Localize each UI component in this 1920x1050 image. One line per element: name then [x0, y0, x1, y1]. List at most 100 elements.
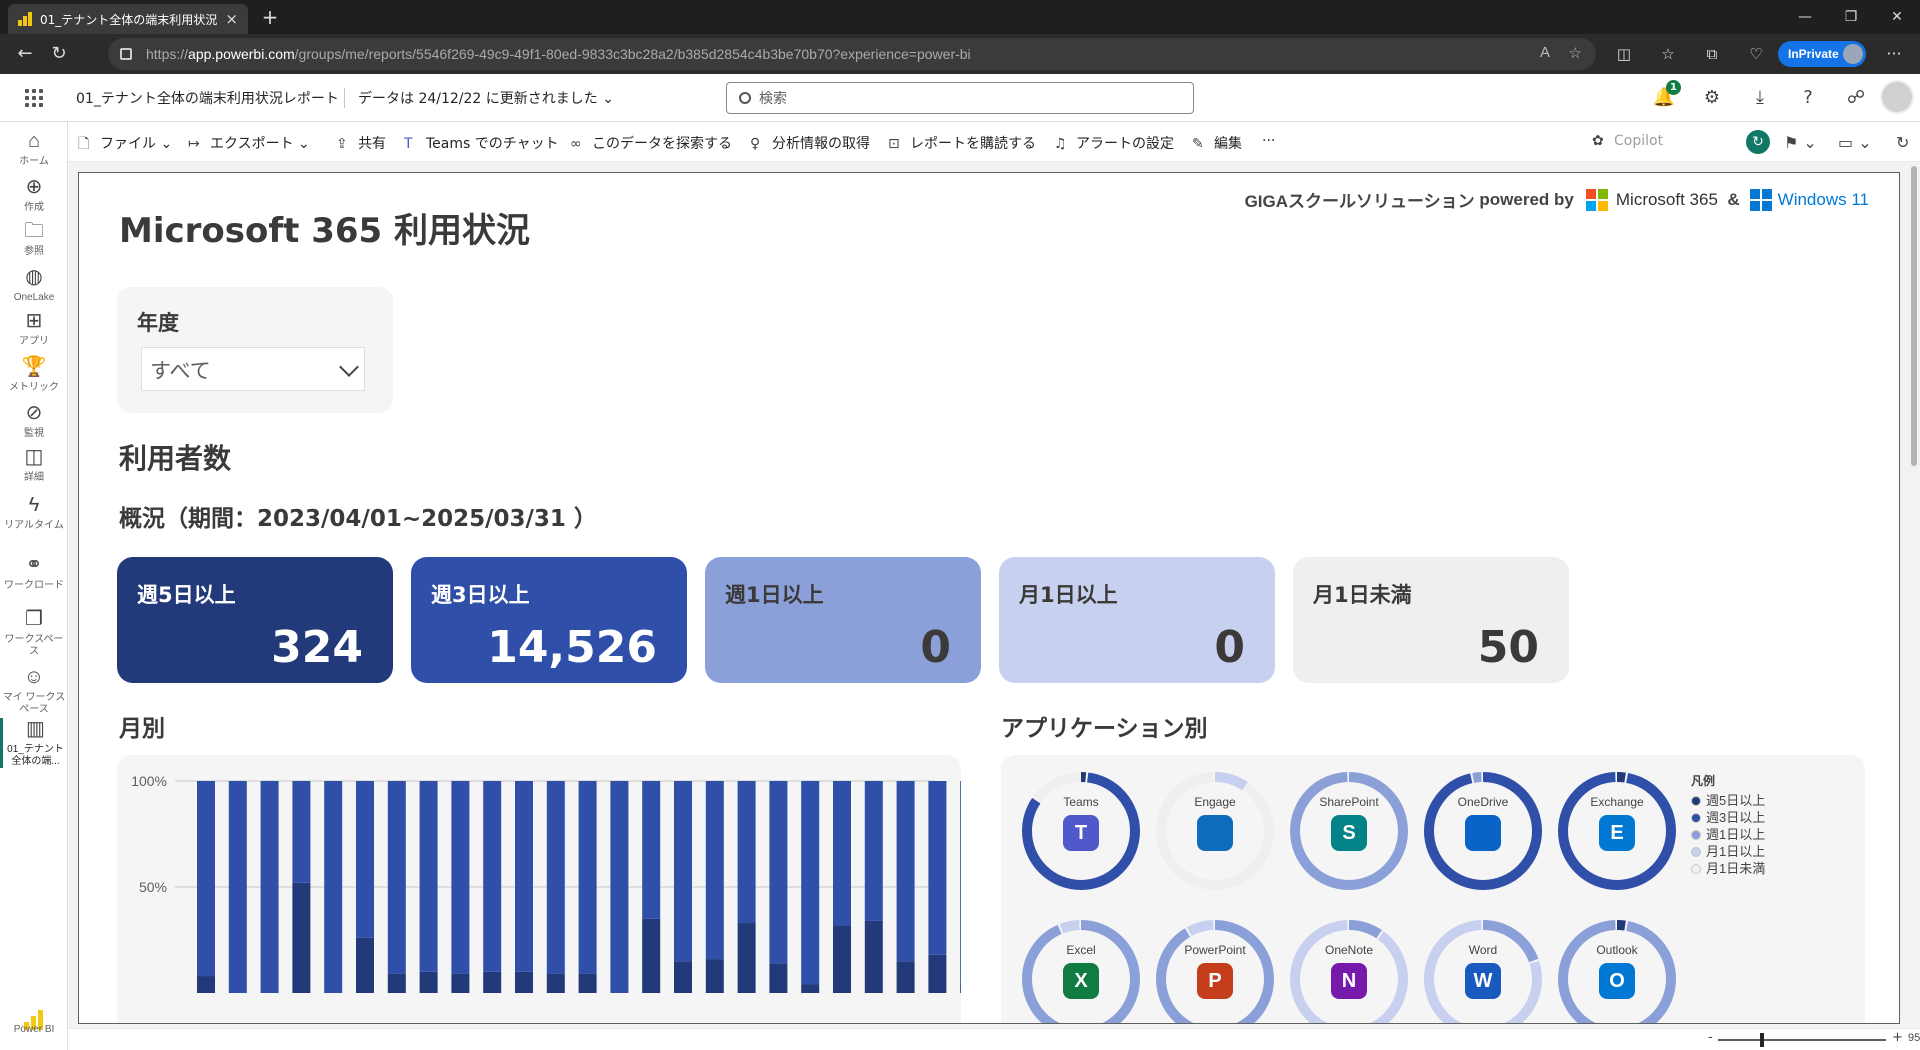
view-icon[interactable]: ▭ ⌄: [1838, 133, 1872, 152]
kpi-card[interactable]: 月1日以上 0: [999, 557, 1275, 683]
zoom-out-button[interactable]: -: [1708, 1030, 1713, 1045]
bar-segment[interactable]: [387, 781, 406, 974]
new-tab-button[interactable]: +: [256, 4, 284, 32]
more-options-button[interactable]: ···: [1262, 133, 1275, 149]
rail-item-0[interactable]: ⌂ ホーム: [0, 130, 68, 168]
get-insights-button[interactable]: ♀ 分析情報の取得: [750, 133, 870, 153]
bar-segment[interactable]: [451, 973, 470, 993]
back-button[interactable]: ←: [10, 40, 40, 68]
bar-segment[interactable]: [642, 918, 661, 993]
app-donut-powerpoint[interactable]: PowerPoint P: [1151, 915, 1279, 1023]
rail-item-10[interactable]: ❐ ワークスペース: [0, 608, 68, 658]
app-donut-engage[interactable]: Engage: [1151, 767, 1279, 895]
kpi-card[interactable]: 週3日以上 14,526: [411, 557, 687, 683]
file-menu[interactable]: 🗋 ファイル ⌄: [78, 133, 172, 157]
bar-segment[interactable]: [515, 971, 533, 993]
zoom-slider[interactable]: [1718, 1039, 1886, 1041]
zoom-slider-thumb[interactable]: [1760, 1033, 1764, 1047]
bar-segment[interactable]: [737, 781, 756, 924]
bar-segment[interactable]: [769, 963, 788, 993]
rail-item-1[interactable]: ⊕ 作成: [0, 176, 68, 214]
help-icon[interactable]: ?: [1784, 84, 1832, 112]
app-launcher-icon[interactable]: [22, 86, 46, 110]
bar-segment[interactable]: [451, 781, 470, 974]
close-tab-icon[interactable]: ×: [225, 10, 238, 28]
bar-segment[interactable]: [419, 781, 438, 972]
bar-segment[interactable]: [928, 954, 947, 993]
minimize-button[interactable]: —: [1782, 0, 1828, 34]
bar-segment[interactable]: [546, 973, 565, 993]
bar-segment[interactable]: [197, 976, 215, 993]
bar-segment[interactable]: [324, 781, 343, 993]
close-window-button[interactable]: ✕: [1874, 0, 1920, 34]
teams-chat-button[interactable]: T Teams でのチャット: [404, 133, 559, 153]
bar-segment[interactable]: [578, 781, 597, 974]
kpi-card[interactable]: 月1日未満 50: [1293, 557, 1569, 683]
bar-segment[interactable]: [801, 984, 820, 993]
bar-segment[interactable]: [737, 923, 756, 993]
bar-segment[interactable]: [260, 781, 279, 993]
bar-segment[interactable]: [864, 781, 883, 921]
bar-segment[interactable]: [674, 961, 692, 993]
bar-segment[interactable]: [356, 781, 374, 938]
kpi-card[interactable]: 週5日以上 324: [117, 557, 393, 683]
app-donut-excel[interactable]: Excel X: [1017, 915, 1145, 1023]
app-donut-teams[interactable]: Teams T: [1017, 767, 1145, 895]
explore-data-button[interactable]: ∞ このデータを探索する: [570, 133, 732, 153]
bar-segment[interactable]: [960, 781, 979, 983]
export-menu[interactable]: ↦ エクスポート ⌄: [188, 133, 310, 153]
bar-segment[interactable]: [197, 781, 215, 977]
subscribe-button[interactable]: ⊡ レポートを購読する: [888, 133, 1036, 153]
bar-segment[interactable]: [960, 982, 979, 993]
app-donut-onenote[interactable]: OneNote N: [1285, 915, 1413, 1023]
bar-segment[interactable]: [515, 781, 533, 972]
bar-segment[interactable]: [896, 781, 915, 962]
kpi-card[interactable]: 週1日以上 0: [705, 557, 981, 683]
bar-segment[interactable]: [833, 781, 851, 926]
read-aloud-icon[interactable]: A: [1540, 44, 1550, 61]
data-updated-dropdown[interactable]: データは 24/12/22 に更新されました ⌄: [358, 88, 614, 108]
app-donut-onedrive[interactable]: OneDrive: [1419, 767, 1547, 895]
favorite-star-icon[interactable]: ☆: [1569, 44, 1582, 62]
bar-segment[interactable]: [578, 973, 597, 993]
bar-segment[interactable]: [674, 781, 692, 962]
bar-segment[interactable]: [546, 781, 565, 974]
bar-segment[interactable]: [833, 925, 851, 993]
rail-item-9[interactable]: ⚭ ワークロード: [0, 554, 68, 592]
bar-segment[interactable]: [864, 920, 883, 993]
monthly-stacked-bar-chart[interactable]: 100% 50%: [117, 755, 979, 1024]
vertical-scrollbar[interactable]: [1908, 162, 1920, 1024]
favorites-icon[interactable]: ☆: [1646, 40, 1690, 68]
bar-segment[interactable]: [419, 971, 438, 993]
edit-button[interactable]: ✎ 編集: [1192, 133, 1242, 153]
browser-essentials-icon[interactable]: ♡: [1734, 40, 1778, 68]
bar-segment[interactable]: [928, 781, 947, 955]
restore-button[interactable]: ❐: [1828, 0, 1874, 34]
rail-item-6[interactable]: ⊘ 監視: [0, 402, 68, 440]
rail-item-12[interactable]: ▥ 01_テナント全体の端...: [0, 718, 68, 768]
feedback-icon[interactable]: ☍: [1832, 84, 1880, 112]
settings-gear-icon[interactable]: ⚙: [1688, 84, 1736, 112]
bar-segment[interactable]: [642, 781, 661, 919]
rail-item-7[interactable]: ◫ 詳細: [0, 446, 68, 484]
rail-item-3[interactable]: ◍ OneLake: [0, 266, 68, 304]
bookmark-icon[interactable]: ⚑ ⌄: [1784, 133, 1817, 152]
bar-segment[interactable]: [483, 971, 502, 993]
reload-button[interactable]: ↻: [44, 40, 74, 68]
bar-segment[interactable]: [769, 781, 788, 964]
refresh-visuals-icon[interactable]: ↻: [1746, 130, 1770, 154]
bar-segment[interactable]: [610, 781, 629, 993]
bar-segment[interactable]: [292, 882, 311, 993]
bar-segment[interactable]: [387, 973, 406, 993]
bar-segment[interactable]: [705, 781, 724, 960]
zoom-in-button[interactable]: +: [1892, 1030, 1903, 1045]
rail-item-8[interactable]: ϟ リアルタイム: [0, 494, 68, 532]
split-screen-icon[interactable]: ◫: [1602, 40, 1646, 68]
set-alert-button[interactable]: ♫ アラートの設定: [1054, 133, 1174, 153]
rail-item-11[interactable]: ☺ マイ ワークスペース: [0, 666, 68, 716]
inprivate-badge[interactable]: InPrivate: [1778, 41, 1866, 67]
app-donut-exchange[interactable]: Exchange E: [1553, 767, 1681, 895]
search-input[interactable]: 検索: [726, 82, 1194, 114]
browser-tab[interactable]: 01_テナント全体の端末利用状況レポ ×: [8, 4, 248, 34]
notifications-icon[interactable]: 🔔 1: [1640, 80, 1688, 112]
